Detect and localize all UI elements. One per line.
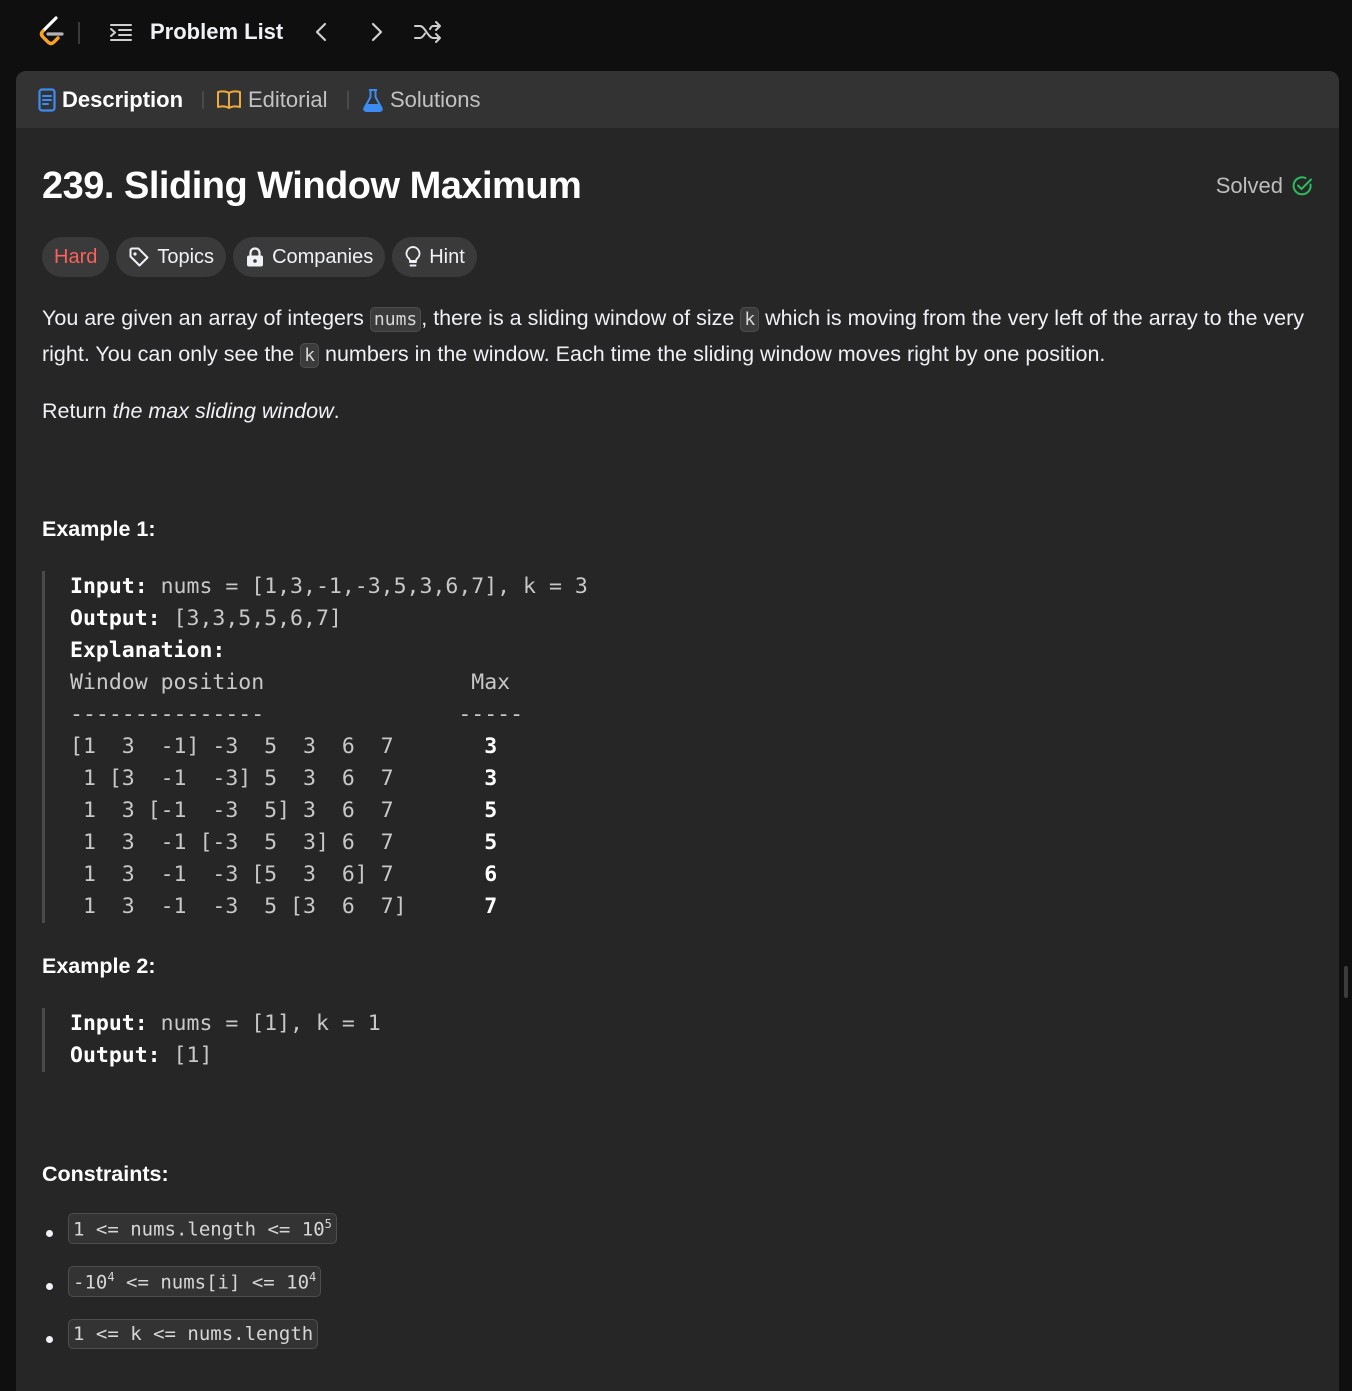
- max-value: 7: [484, 894, 498, 919]
- tag-icon: [129, 247, 149, 267]
- code-text: -10: [73, 1271, 108, 1294]
- chevron-right-icon[interactable]: [362, 18, 390, 46]
- output-value: [1]: [160, 1043, 213, 1068]
- example-1-block: Input: nums = [1,3,-1,-3,5,3,6,7], k = 3…: [42, 571, 588, 923]
- solved-status: Solved: [1216, 173, 1313, 199]
- output-label: Output:: [70, 1043, 161, 1068]
- hint-chip[interactable]: Hint: [392, 237, 477, 277]
- list-icon[interactable]: [108, 20, 134, 46]
- bullet: [46, 1283, 53, 1290]
- example-2-heading: Example 2:: [42, 954, 156, 978]
- top-navbar: Problem List: [0, 0, 1352, 66]
- window-row: 1 3 [-1 -3 5] 3 6 7: [70, 798, 485, 823]
- window-row: 1 3 -1 -3 5 [3 6 7]: [70, 894, 485, 919]
- chip-label: Companies: [272, 245, 374, 268]
- bullet: [46, 1230, 53, 1237]
- tag-chips: Hard Topics Companies Hint: [42, 237, 477, 277]
- text-run: .: [333, 399, 340, 423]
- document-icon: [38, 88, 56, 112]
- difficulty-badge: Hard: [42, 237, 110, 277]
- input-label: Input:: [70, 574, 148, 599]
- companies-chip[interactable]: Companies: [233, 237, 386, 277]
- code-text: 1 <= k <= nums.length: [73, 1323, 314, 1345]
- max-value: 5: [484, 830, 498, 855]
- text-run: Return: [42, 399, 113, 423]
- return-paragraph: Return the max sliding window.: [42, 394, 1332, 428]
- emphasis-text: the max sliding window: [112, 399, 334, 423]
- chip-label: Hint: [429, 245, 465, 268]
- problem-list-link[interactable]: Problem List: [150, 19, 283, 45]
- example-1-heading: Example 1:: [42, 517, 156, 541]
- input-value: nums = [1], k = 1: [147, 1011, 381, 1036]
- problem-title[interactable]: 239. Sliding Window Maximum: [42, 165, 582, 208]
- inline-code: nums: [369, 307, 422, 332]
- tab-label: Solutions: [390, 87, 481, 112]
- max-value: 3: [484, 766, 498, 791]
- panel-tab-bar: Description Editorial Solutions: [16, 71, 1339, 128]
- tab-divider: [347, 91, 349, 109]
- flask-icon: [363, 89, 383, 112]
- constraint-code: 1 <= nums.length <= 105: [68, 1213, 337, 1245]
- lock-icon: [247, 247, 264, 267]
- output-label: Output:: [70, 606, 161, 631]
- superscript: 4: [309, 1270, 317, 1284]
- window-row: [1 3 -1] -3 5 3 6 7: [70, 734, 485, 759]
- example-1-code: Input: nums = [1,3,-1,-3,5,3,6,7], k = 3…: [70, 571, 588, 923]
- chip-label: Topics: [157, 245, 215, 268]
- leetcode-logo[interactable]: [34, 14, 70, 50]
- example-2-block: Input: nums = [1], k = 1 Output: [1]: [42, 1008, 381, 1072]
- tab-label: Description: [62, 87, 184, 112]
- text-run: You are given an array of integers: [42, 306, 370, 330]
- code-text: <= nums[i] <= 10: [114, 1271, 310, 1294]
- explanation-label: Explanation:: [70, 638, 226, 663]
- code-text: 1 <= nums.length <= 10: [73, 1218, 325, 1241]
- example-2-code: Input: nums = [1], k = 1 Output: [1]: [70, 1008, 381, 1072]
- chevron-left-icon[interactable]: [308, 18, 336, 46]
- output-value: [3,3,5,5,6,7]: [160, 606, 342, 631]
- tab-divider: [202, 91, 204, 109]
- shuffle-icon[interactable]: [412, 18, 444, 46]
- book-icon: [217, 90, 241, 109]
- window-row: 1 3 -1 [-3 5 3] 6 7: [70, 830, 485, 855]
- check-circle-icon: [1292, 176, 1312, 196]
- bullet: [46, 1336, 53, 1343]
- window-row: 1 [3 -1 -3] 5 3 6 7: [70, 766, 485, 791]
- table-header: Window position Max: [70, 670, 511, 695]
- tab-label: Editorial: [248, 87, 328, 112]
- description-paragraph: You are given an array of integers nums,…: [42, 301, 1332, 373]
- constraints-heading: Constraints:: [42, 1162, 169, 1186]
- text-run: , there is a sliding window of size: [421, 306, 741, 330]
- max-value: 6: [484, 862, 498, 887]
- window-row: 1 3 -1 -3 [5 3 6] 7: [70, 862, 485, 887]
- superscript: 5: [324, 1217, 332, 1231]
- tab-description[interactable]: Description: [38, 87, 183, 113]
- input-label: Input:: [70, 1011, 148, 1036]
- max-value: 5: [484, 798, 498, 823]
- topics-chip[interactable]: Topics: [116, 237, 227, 277]
- constraint-code: 1 <= k <= nums.length: [68, 1319, 319, 1349]
- panel-resize-handle[interactable]: [1344, 966, 1348, 998]
- table-divider: --------------- -----: [70, 702, 524, 727]
- description-panel: Description Editorial Solutions 239. Sli…: [16, 71, 1339, 1391]
- lightbulb-icon: [405, 246, 421, 267]
- inline-code: k: [740, 307, 760, 332]
- nav-divider: [78, 22, 80, 44]
- superscript: 4: [107, 1270, 115, 1284]
- constraint-code: -104 <= nums[i] <= 104: [68, 1266, 322, 1298]
- tab-solutions[interactable]: Solutions: [362, 87, 481, 113]
- tab-editorial[interactable]: Editorial: [216, 87, 327, 113]
- input-value: nums = [1,3,-1,-3,5,3,6,7], k = 3: [147, 574, 588, 599]
- max-value: 3: [484, 734, 498, 759]
- inline-code: k: [300, 343, 320, 368]
- solved-label: Solved: [1215, 173, 1283, 198]
- text-run: numbers in the window. Each time the sli…: [319, 342, 1106, 366]
